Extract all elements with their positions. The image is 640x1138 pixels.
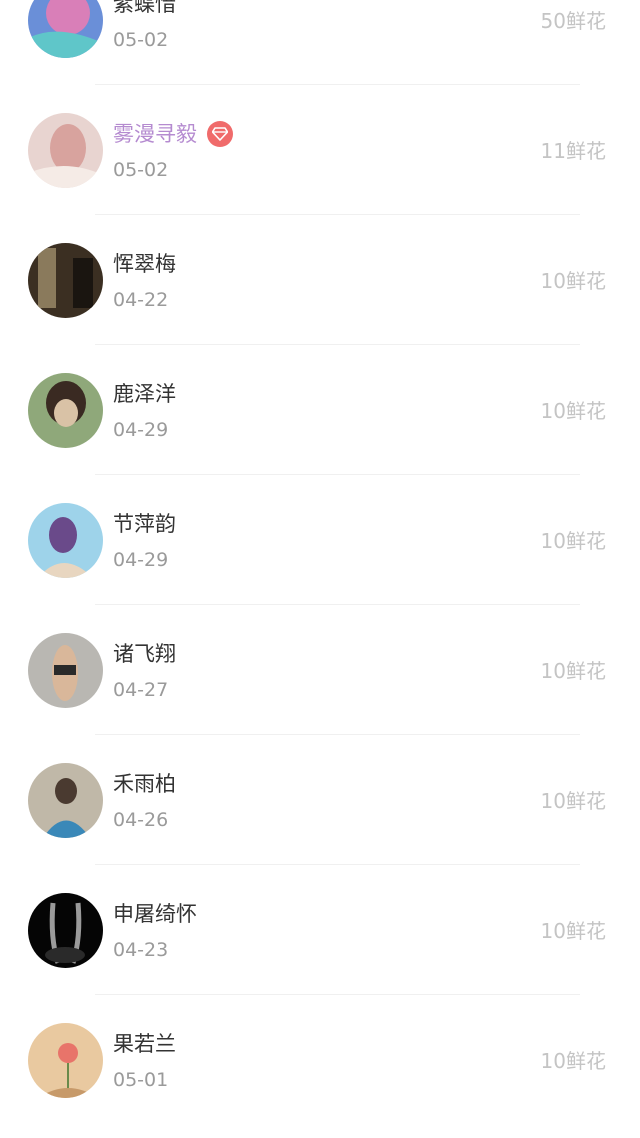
list-item[interactable]: 节萍韵 04-29 10鲜花: [0, 475, 640, 605]
list-item[interactable]: 恽翠梅 04-22 10鲜花: [0, 215, 640, 345]
list-item[interactable]: 禾雨柏 04-26 10鲜花: [0, 735, 640, 865]
flower-count: 10鲜花: [540, 399, 606, 423]
flower-count: 10鲜花: [540, 529, 606, 553]
list-item[interactable]: 紫蝶惜 05-02 50鲜花: [0, 0, 640, 85]
user-name: 节萍韵: [113, 512, 176, 536]
flower-count: 10鲜花: [540, 1049, 606, 1073]
gift-date: 04-22: [113, 289, 169, 311]
user-name: 恽翠梅: [113, 252, 176, 276]
avatar[interactable]: [28, 763, 103, 838]
flower-count: 11鲜花: [540, 139, 606, 163]
gift-date: 05-02: [113, 159, 169, 181]
gift-date: 04-29: [113, 549, 169, 571]
diamond-icon: [207, 121, 233, 147]
gift-date: 05-01: [113, 1069, 169, 1091]
avatar[interactable]: [28, 113, 103, 188]
avatar[interactable]: [28, 503, 103, 578]
avatar[interactable]: [28, 633, 103, 708]
list-item[interactable]: 申屠绮怀 04-23 10鲜花: [0, 865, 640, 995]
user-name: 紫蝶惜: [113, 0, 176, 16]
flower-count: 10鲜花: [540, 269, 606, 293]
user-name: 鹿泽洋: [113, 382, 176, 406]
user-name: 诸飞翔: [113, 642, 176, 666]
user-name: 禾雨柏: [113, 772, 176, 796]
avatar[interactable]: [28, 893, 103, 968]
gift-date: 04-27: [113, 679, 169, 701]
flower-count: 10鲜花: [540, 919, 606, 943]
user-name: 果若兰: [113, 1032, 176, 1056]
flower-count: 10鲜花: [540, 659, 606, 683]
flower-count: 50鲜花: [540, 9, 606, 33]
list-item[interactable]: 诸飞翔 04-27 10鲜花: [0, 605, 640, 735]
list-item[interactable]: 鹿泽洋 04-29 10鲜花: [0, 345, 640, 475]
user-name: 申屠绮怀: [113, 902, 197, 926]
avatar[interactable]: [28, 373, 103, 448]
flower-count: 10鲜花: [540, 789, 606, 813]
gift-date: 04-23: [113, 939, 169, 961]
gift-date: 05-02: [113, 29, 169, 51]
gift-date: 04-29: [113, 419, 169, 441]
gift-date: 04-26: [113, 809, 169, 831]
list-item[interactable]: 果若兰 05-01 10鲜花: [0, 995, 640, 1125]
avatar[interactable]: [28, 1023, 103, 1098]
user-name: 雾漫寻毅: [113, 121, 233, 147]
avatar[interactable]: [28, 0, 103, 58]
list-item[interactable]: 雾漫寻毅 05-02 11鲜花: [0, 85, 640, 215]
avatar[interactable]: [28, 243, 103, 318]
gift-list: 紫蝶惜 05-02 50鲜花 雾漫寻毅 05-02 11鲜花 恽翠梅 04-22…: [0, 0, 640, 1125]
